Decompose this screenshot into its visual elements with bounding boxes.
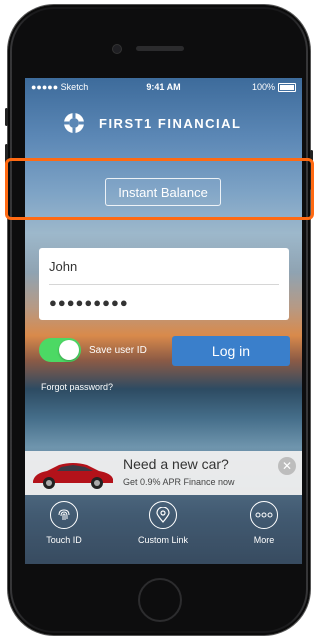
- location-pin-icon: [149, 501, 177, 529]
- home-button[interactable]: [138, 578, 182, 622]
- toggle-knob: [59, 340, 79, 360]
- front-camera: [112, 44, 122, 54]
- battery-status: 100%: [252, 82, 296, 92]
- ad-subtitle: Get 0.9% APR Finance now: [123, 477, 235, 487]
- save-user-id-toggle[interactable]: [39, 338, 81, 362]
- touch-id-label: Touch ID: [46, 535, 82, 545]
- username-field[interactable]: John: [49, 248, 279, 285]
- more-dots-icon: [250, 501, 278, 529]
- red-car-image: [33, 463, 113, 489]
- touch-id-button[interactable]: Touch ID: [29, 501, 99, 545]
- mute-switch: [5, 108, 8, 126]
- login-button[interactable]: Log in: [172, 336, 290, 366]
- highlight-box: [5, 158, 314, 220]
- app-screen: ●●●●● Sketch 9:41 AM 100% FIRST1 FINANCI…: [25, 78, 302, 564]
- close-icon[interactable]: ✕: [278, 457, 296, 475]
- battery-percent: 100%: [251, 82, 275, 92]
- status-bar: ●●●●● Sketch 9:41 AM 100%: [25, 78, 302, 96]
- save-user-id-label: Save user ID: [89, 344, 147, 356]
- car-finance-ad[interactable]: Need a new car? Get 0.9% APR Finance now…: [25, 451, 302, 495]
- custom-link-label: Custom Link: [137, 535, 189, 545]
- forgot-password-link[interactable]: Forgot password?: [41, 382, 113, 392]
- brand-name: FIRST1 FINANCIAL: [99, 115, 242, 131]
- fingerprint-icon: [50, 501, 78, 529]
- lifebuoy-icon: [64, 113, 84, 133]
- more-label: More: [253, 535, 275, 545]
- ad-title: Need a new car?: [123, 456, 229, 472]
- more-button[interactable]: More: [229, 501, 299, 545]
- battery-icon: [278, 82, 296, 92]
- bottom-toolbar: Touch ID Custom Link More: [25, 495, 302, 564]
- earpiece-speaker: [136, 46, 184, 51]
- password-field[interactable]: ●●●●●●●●●: [49, 284, 279, 320]
- brand-header: FIRST1 FINANCIAL: [63, 112, 241, 134]
- login-form: John ●●●●●●●●●: [39, 248, 289, 320]
- custom-link-button[interactable]: Custom Link: [128, 501, 198, 545]
- save-user-id-row: Save user ID: [39, 338, 147, 362]
